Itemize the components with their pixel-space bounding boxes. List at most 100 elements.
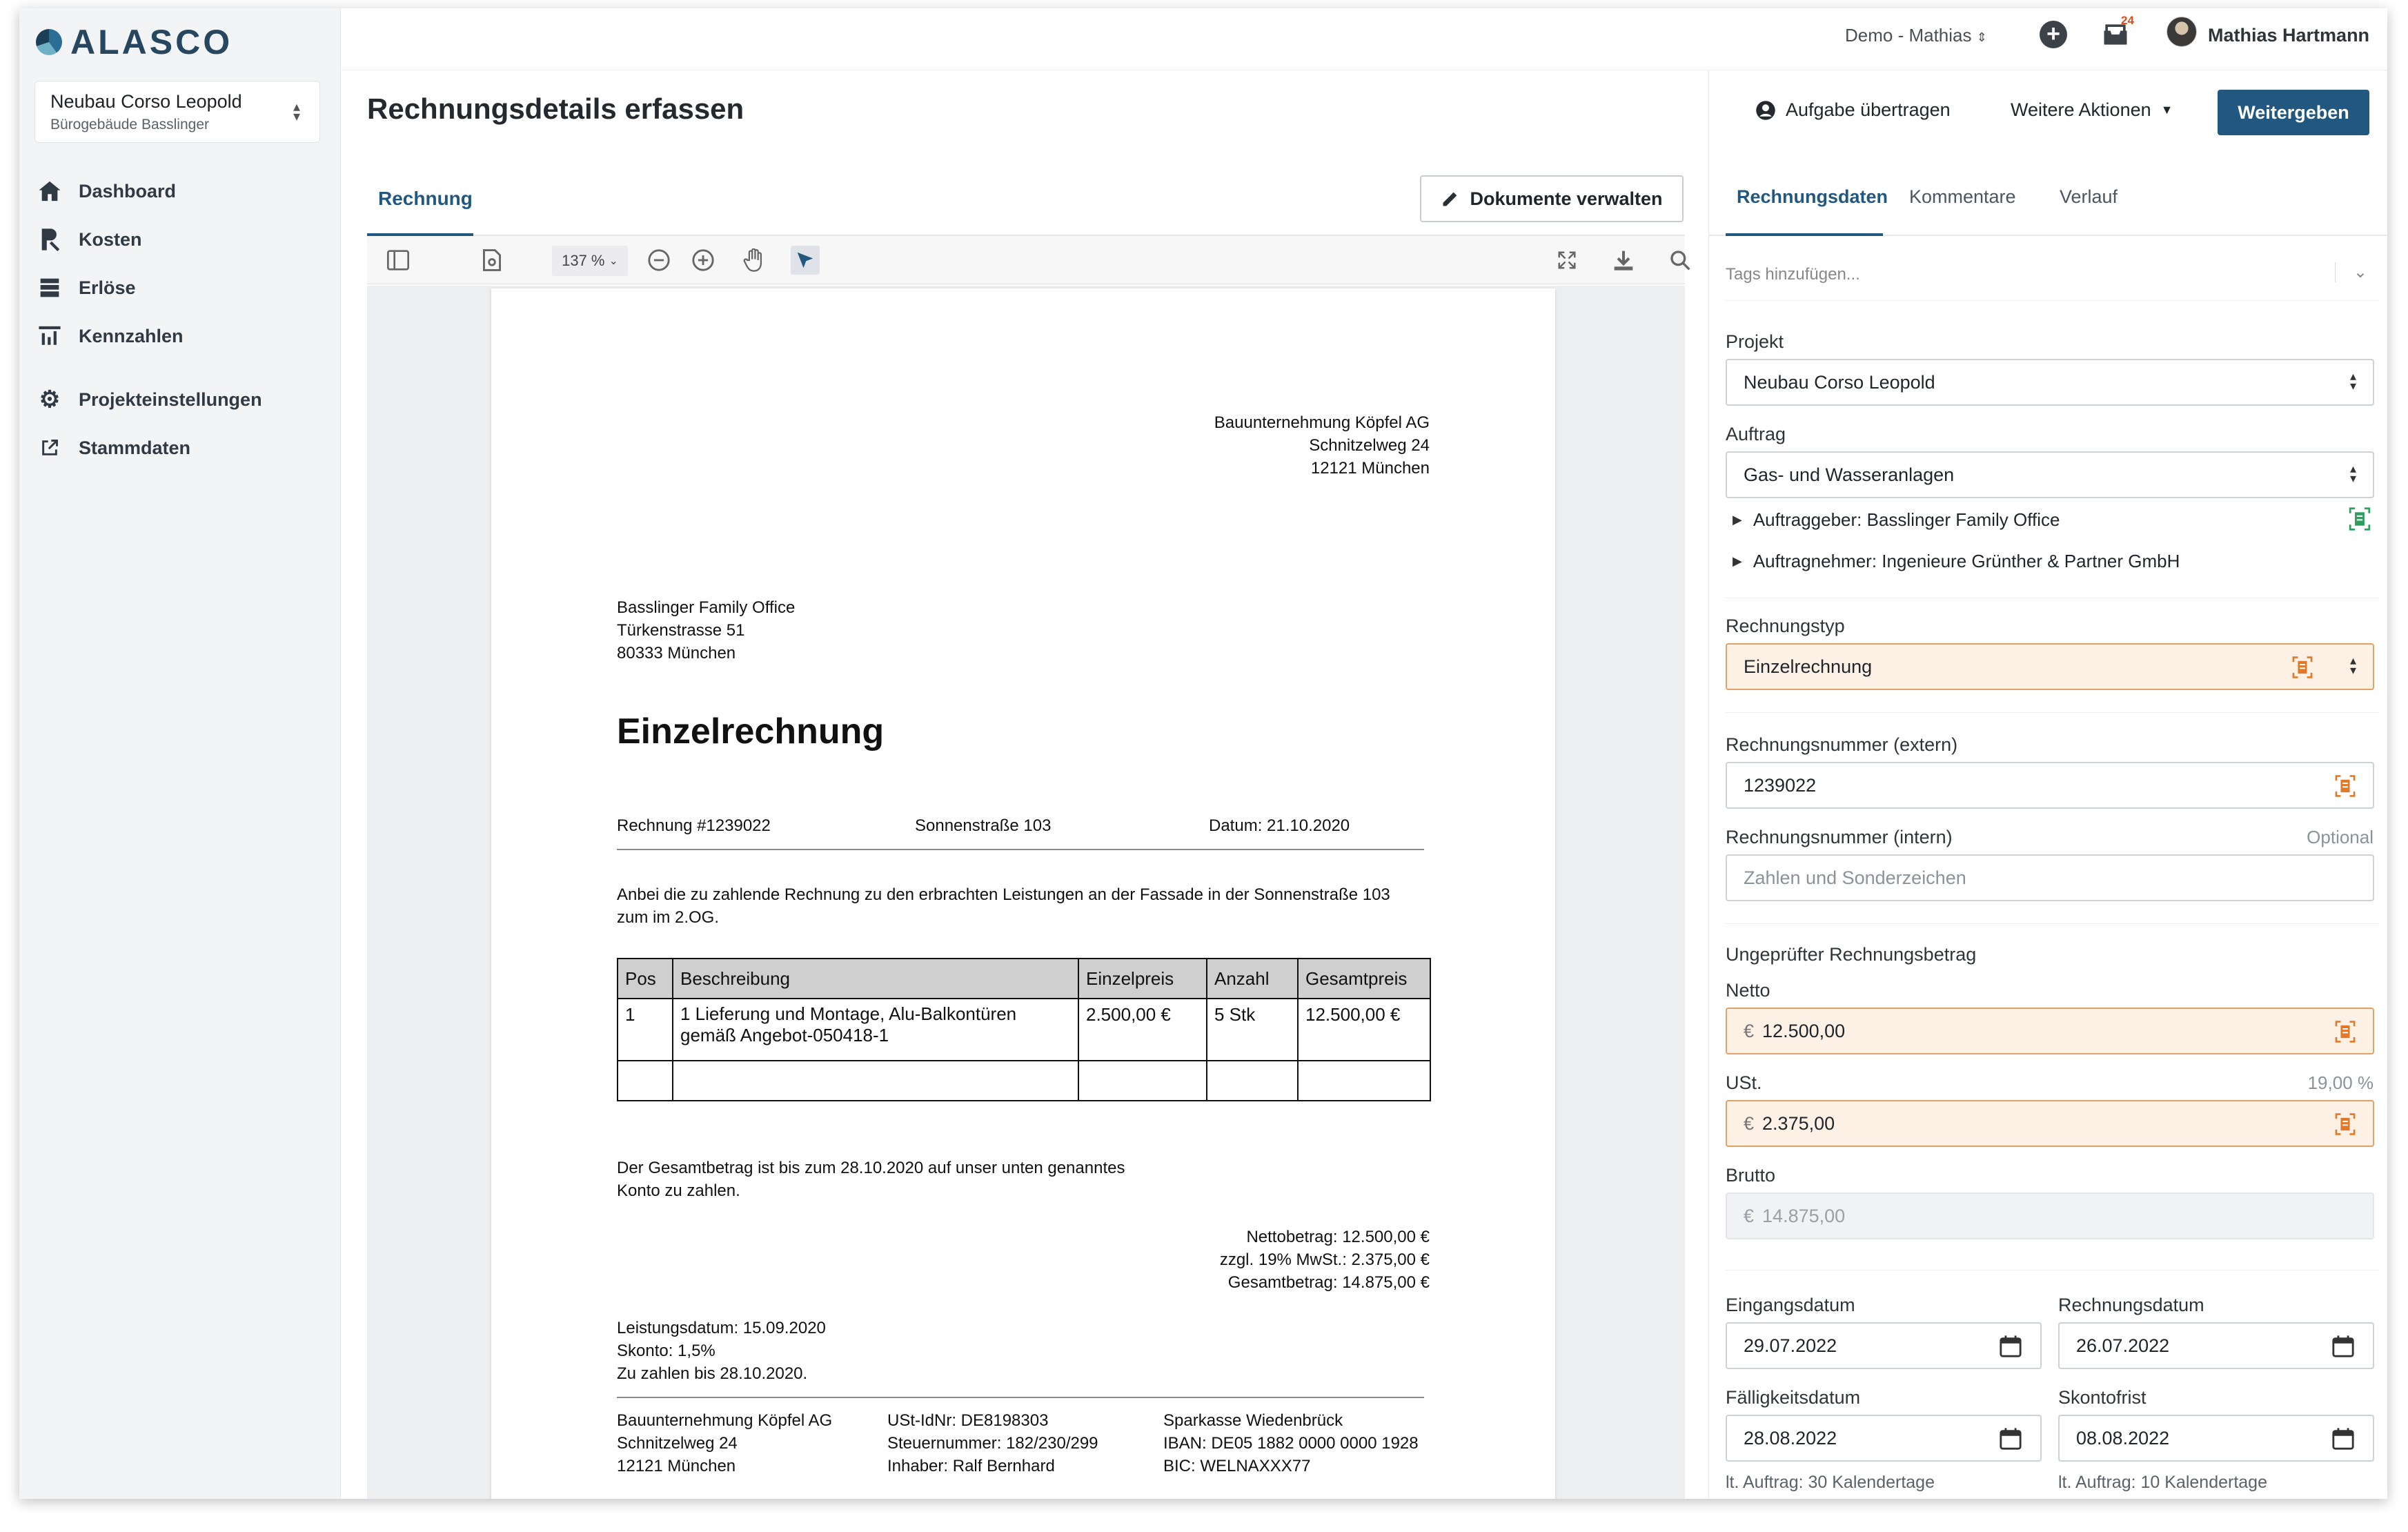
sidebar-toggle-icon[interactable] (384, 246, 413, 275)
logo[interactable]: ALASCO (36, 21, 233, 63)
topbar: Demo - Mathias ⇕ + 24 Mathias Hartmann (341, 8, 2387, 70)
manage-documents-label: Dokumente verwalten (1470, 188, 1663, 209)
sidebar-item-kennzahlen[interactable]: Kennzahlen (19, 312, 341, 360)
external-link-icon (37, 435, 62, 460)
document-scan-icon[interactable] (2334, 1112, 2356, 1136)
pan-hand-icon[interactable] (740, 246, 769, 275)
document-scan-icon[interactable] (2334, 1020, 2356, 1043)
calendar-icon[interactable] (1999, 1335, 2022, 1358)
project-select[interactable]: Neubau Corso Leopold ▴ ▾ (1726, 359, 2374, 406)
zoom-out-icon[interactable] (644, 246, 673, 275)
invoice-type-select[interactable]: Einzelrechnung ▴ ▾ (1726, 643, 2374, 690)
sidebar-item-projekteinstellungen[interactable]: ⚙ Projekteinstellungen (19, 375, 341, 424)
net-amount-value: 12.500,00 (1762, 1020, 1846, 1041)
amount-section-label: Ungeprüfter Rechnungsbetrag (1726, 944, 1977, 965)
vat-rate: 19,00 % (2307, 1072, 2374, 1093)
tab-rechnungsdaten[interactable]: Rechnungsdaten (1737, 186, 1888, 208)
contractor-accordion[interactable]: ▶ Auftragnehmer: Ingenieure Grünther & P… (1733, 551, 2180, 572)
currency-symbol: € (1744, 1205, 1755, 1226)
ext-number-label: Rechnungsnummer (extern) (1726, 734, 1958, 755)
footer-company: Bauunternehmung Köpfel AG Schnitzelweg 2… (617, 1409, 832, 1477)
sidebar-item-label: Stammdaten (79, 437, 191, 458)
workspace-name: Demo - Mathias (1845, 25, 1972, 46)
calendar-icon[interactable] (2331, 1427, 2355, 1451)
tab-underline (1726, 233, 1883, 236)
table-cell (1078, 1060, 1207, 1101)
invoice-page: Bauunternehmung Köpfel AG Schnitzelweg 2… (491, 288, 1555, 1499)
footer-line: 12121 München (617, 1457, 736, 1475)
sidebar-item-erloese[interactable]: Erlöse (19, 264, 341, 312)
user-name[interactable]: Mathias Hartmann (2208, 25, 2369, 46)
cost-icon (37, 227, 62, 252)
chart-icon (37, 324, 62, 348)
receipt-date-input[interactable]: 29.07.2022 (1726, 1322, 2042, 1369)
recipient-address: Basslinger Family Office Türkenstrasse 5… (617, 596, 795, 665)
gross-amount-input: € 14.875,00 (1726, 1192, 2374, 1239)
divider (617, 849, 1424, 850)
invoice-title: Einzelrechnung (617, 711, 885, 752)
pencil-icon (1443, 192, 1457, 206)
gross-amount-value: 14.875,00 (1762, 1205, 1846, 1226)
tags-placeholder: Tags hinzufügen... (1726, 265, 1860, 284)
footer-line: Inhaber: Ralf Bernhard (887, 1457, 1055, 1475)
calendar-icon[interactable] (2331, 1335, 2355, 1358)
table-row: 1 1 Lieferung und Montage, Alu-Balkontür… (617, 998, 1431, 1061)
terms-line: Konto zu zahlen. (617, 1181, 740, 1200)
client-accordion[interactable]: ▶ Auftraggeber: Basslinger Family Office (1733, 509, 2060, 531)
ext-number-input[interactable]: 1239022 (1726, 762, 2374, 809)
discount-deadline-input[interactable]: 08.08.2022 (2058, 1415, 2374, 1462)
service-info: Leistungsdatum: 15.09.2020 Skonto: 1,5% … (617, 1317, 826, 1385)
page-view-icon[interactable] (477, 246, 506, 275)
select-cursor-icon[interactable] (791, 246, 820, 275)
invoice-date-input[interactable]: 26.07.2022 (2058, 1322, 2374, 1369)
manage-documents-button[interactable]: Dokumente verwalten (1420, 175, 1684, 222)
project-label: Projekt (1726, 331, 1784, 352)
zoom-select[interactable]: 137 % ⌄ (552, 246, 628, 276)
document-scan-green-icon[interactable] (2348, 507, 2371, 531)
description-line: 1 Lieferung und Montage, Alu-Balkontüren (680, 1003, 1017, 1024)
document-scan-icon[interactable] (2291, 656, 2313, 679)
download-icon[interactable] (1609, 246, 1638, 275)
due-date-input[interactable]: 28.08.2022 (1726, 1415, 2042, 1462)
document-scan-icon[interactable] (2334, 774, 2356, 798)
totals: Nettobetrag: 12.500,00 € zzgl. 19% MwSt.… (1220, 1226, 1430, 1294)
workspace-switcher[interactable]: Demo - Mathias ⇕ (1845, 25, 1987, 46)
table-cell: 12.500,00 € (1297, 998, 1431, 1061)
chevron-down-icon[interactable]: ⌄ (2334, 262, 2367, 282)
contractor-text: Auftragnehmer: Ingenieure Grünther & Par… (1753, 551, 2180, 571)
vat-amount-input[interactable]: € 2.375,00 (1726, 1100, 2374, 1147)
tab-rechnung[interactable]: Rechnung (378, 188, 473, 210)
add-icon[interactable]: + (2040, 21, 2067, 48)
avatar[interactable] (2167, 17, 2197, 47)
int-number-input[interactable]: Zahlen und Sonderzeichen (1726, 854, 2374, 901)
tags-input[interactable]: Tags hinzufügen... ⌄ (1726, 246, 2378, 301)
fullscreen-icon[interactable] (1552, 246, 1581, 275)
invoice-form-panel: Rechnungsdaten Kommentare Verlauf Tags h… (1708, 70, 2387, 1499)
due-date-hint: lt. Auftrag: 30 Kalendertage (1726, 1473, 1935, 1492)
zoom-value: 137 % (562, 252, 605, 269)
table-cell (617, 1060, 673, 1101)
sidebar-item-dashboard[interactable]: Dashboard (19, 167, 341, 215)
footer-bank: Sparkasse Wiedenbrück IBAN: DE05 1882 00… (1163, 1409, 1419, 1477)
invoice-date-label: Rechnungsdatum (2058, 1295, 2204, 1315)
tab-kommentare[interactable]: Kommentare (1909, 186, 2016, 208)
tab-verlauf[interactable]: Verlauf (2060, 186, 2118, 208)
footer-line: USt-IdNr: DE8198303 (887, 1411, 1049, 1430)
table-cell (1297, 1060, 1431, 1101)
table-header-row: Pos Beschreibung Einzelpreis Anzahl Gesa… (617, 958, 1431, 999)
order-select[interactable]: Gas- und Wasseranlagen ▴ ▾ (1726, 451, 2374, 498)
sidebar-item-kosten[interactable]: Kosten (19, 215, 341, 264)
total-line: Gesamtbetrag: 14.875,00 € (1227, 1273, 1430, 1292)
sidebar-item-stammdaten[interactable]: Stammdaten (19, 424, 341, 472)
net-amount-input[interactable]: € 12.500,00 (1726, 1008, 2374, 1054)
caret-right-icon: ▶ (1733, 513, 1742, 527)
invoice-items-table: Pos Beschreibung Einzelpreis Anzahl Gesa… (617, 958, 1431, 1101)
calendar-icon[interactable] (1999, 1427, 2022, 1451)
sort-chevron-icon: ⇕ (1976, 30, 1987, 44)
pdf-viewer[interactable]: Bauunternehmung Köpfel AG Schnitzelweg 2… (367, 286, 1685, 1499)
project-selector[interactable]: Neubau Corso Leopold Bürogebäude Basslin… (34, 81, 320, 143)
currency-symbol: € (1744, 1020, 1755, 1041)
search-icon[interactable] (1666, 246, 1695, 275)
zoom-in-icon[interactable] (689, 246, 718, 275)
sidebar-item-label: Dashboard (79, 180, 177, 202)
